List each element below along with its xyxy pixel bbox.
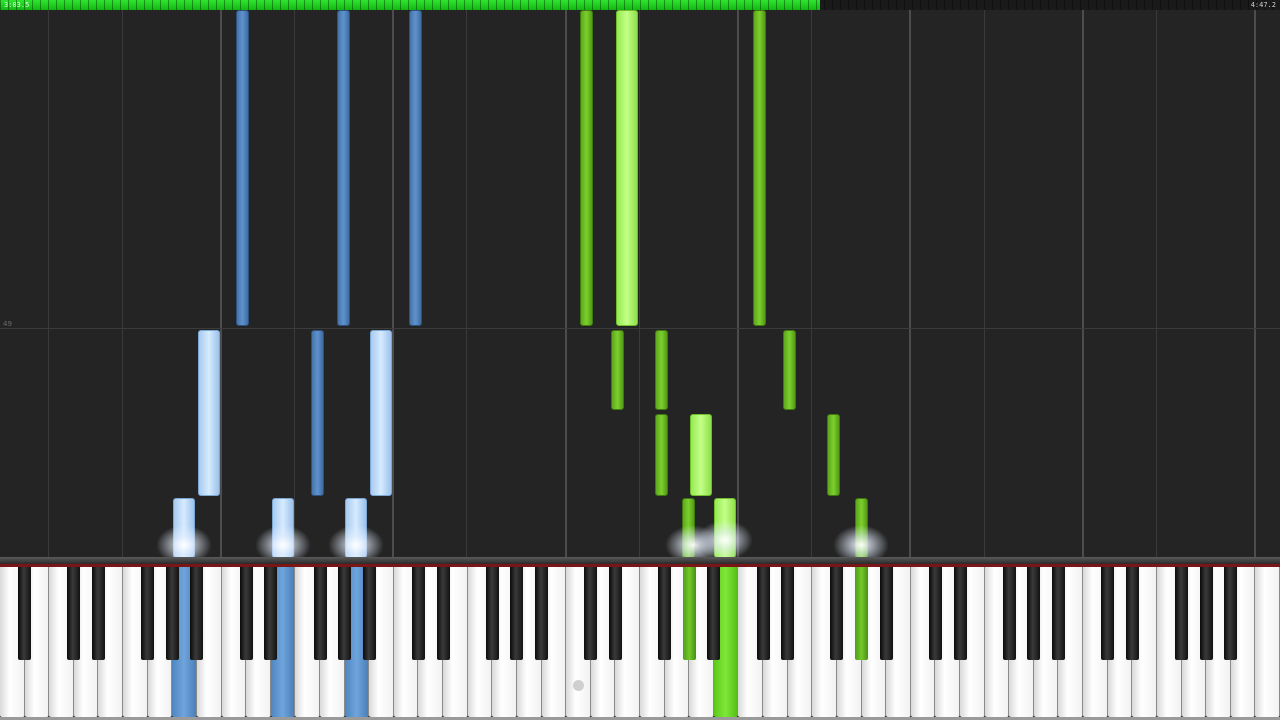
grid-line [122, 10, 123, 557]
grid-line [1156, 10, 1157, 557]
black-key[interactable] [18, 567, 32, 660]
black-key[interactable] [190, 567, 204, 660]
grid-line [811, 10, 812, 557]
piano-keyboard[interactable] [0, 557, 1280, 720]
black-key[interactable] [756, 567, 770, 660]
black-key[interactable] [510, 567, 524, 660]
black-key[interactable] [535, 567, 549, 660]
black-key[interactable] [67, 567, 81, 660]
grid-line [639, 10, 640, 557]
note-left-hand [337, 10, 350, 326]
black-key[interactable] [1199, 567, 1213, 660]
note-left-hand [409, 10, 422, 326]
octave-line [909, 10, 911, 557]
black-key[interactable] [1224, 567, 1238, 660]
note-right-hand [753, 10, 766, 326]
grid-line [48, 10, 49, 557]
note-right-hand [690, 414, 712, 496]
note-right-hand [714, 498, 736, 557]
black-key[interactable] [141, 567, 155, 660]
note-right-hand [655, 330, 668, 410]
note-right-hand [855, 498, 868, 557]
black-key[interactable] [264, 567, 278, 660]
note-left-hand [272, 498, 294, 557]
keyboard-bevel [0, 557, 1280, 564]
piano-roll: 49 [0, 10, 1280, 557]
note-right-hand [827, 414, 840, 496]
black-key[interactable] [362, 567, 376, 660]
note-right-hand [682, 498, 695, 557]
note-right-hand [611, 330, 624, 410]
measure-number: 49 [3, 320, 12, 328]
black-key[interactable] [855, 567, 869, 660]
black-key[interactable] [313, 567, 327, 660]
black-key[interactable] [436, 567, 450, 660]
black-key[interactable] [608, 567, 622, 660]
black-key[interactable] [338, 567, 352, 660]
grid-line [466, 10, 467, 557]
note-right-hand [655, 414, 668, 496]
black-key[interactable] [1125, 567, 1139, 660]
black-key[interactable] [1101, 567, 1115, 660]
note-left-hand [198, 330, 220, 496]
circle-dot-icon [573, 680, 584, 691]
black-key[interactable] [485, 567, 499, 660]
note-left-hand [311, 330, 324, 496]
white-key[interactable] [1255, 567, 1280, 717]
octave-line [1082, 10, 1084, 557]
black-key[interactable] [1027, 567, 1041, 660]
black-key[interactable] [1051, 567, 1065, 660]
note-right-hand [616, 10, 638, 326]
black-key[interactable] [658, 567, 672, 660]
playback-progress-bar[interactable]: 3:03.5 4:47.2 [0, 0, 1280, 10]
black-key[interactable] [879, 567, 893, 660]
black-key[interactable] [91, 567, 105, 660]
octave-line [220, 10, 222, 557]
measure-line [0, 328, 1280, 329]
black-key[interactable] [682, 567, 696, 660]
black-key[interactable] [411, 567, 425, 660]
black-key[interactable] [953, 567, 967, 660]
grid-line [984, 10, 985, 557]
grid-line [294, 10, 295, 557]
note-left-hand [173, 498, 195, 557]
octave-line [1254, 10, 1256, 557]
note-left-hand [370, 330, 392, 496]
octave-line [392, 10, 394, 557]
current-time: 3:03.5 [4, 1, 30, 9]
black-key[interactable] [928, 567, 942, 660]
octave-line [565, 10, 567, 557]
black-key[interactable] [707, 567, 721, 660]
black-key[interactable] [1002, 567, 1016, 660]
note-left-hand [345, 498, 367, 557]
note-right-hand [783, 330, 796, 410]
octave-line [737, 10, 739, 557]
total-time: 4:47.2 [1250, 1, 1276, 9]
black-key[interactable] [239, 567, 253, 660]
note-left-hand [236, 10, 249, 326]
black-key[interactable] [830, 567, 844, 660]
progress-ticks [0, 0, 1280, 10]
note-right-hand [580, 10, 593, 326]
black-key[interactable] [781, 567, 795, 660]
black-key[interactable] [584, 567, 598, 660]
black-key[interactable] [1175, 567, 1189, 660]
black-key[interactable] [165, 567, 179, 660]
